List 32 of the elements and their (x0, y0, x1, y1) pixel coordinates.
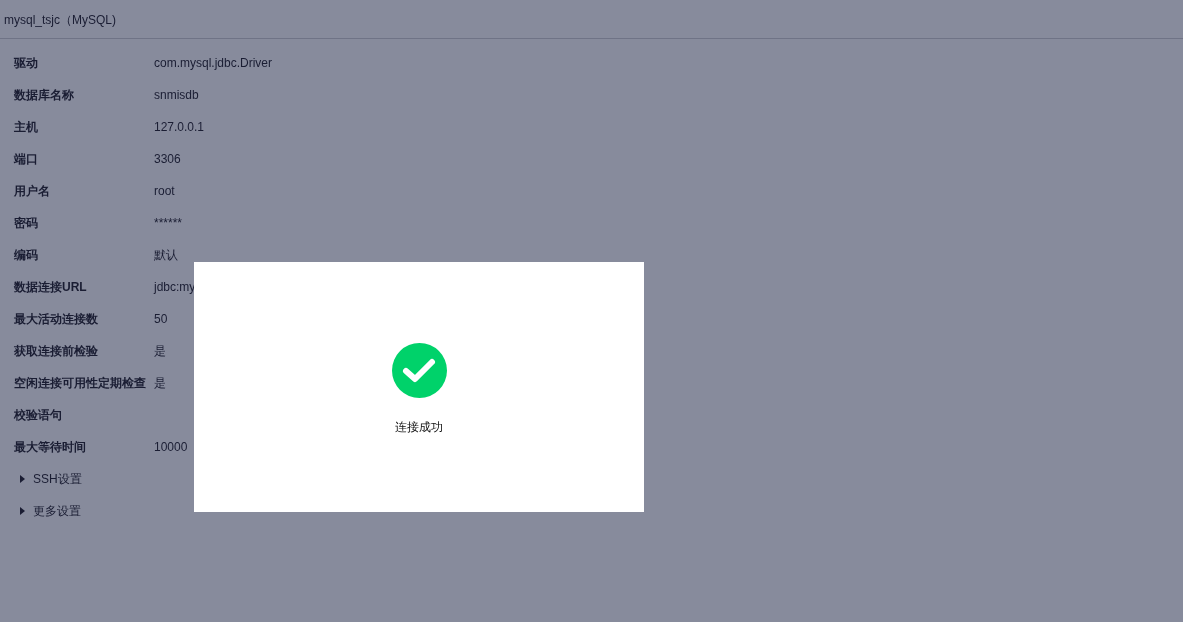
field-value: root (154, 184, 175, 198)
field-label: 端口 (14, 150, 39, 168)
success-message: 连接成功 (395, 419, 443, 436)
connection-title: mysql_tsjc（MySQL) (0, 0, 1183, 39)
check-circle-icon (391, 343, 447, 398)
caret-icon[interactable] (19, 475, 25, 483)
field-value: ****** (154, 216, 183, 230)
field-value: jdbc:my (154, 280, 196, 294)
section-toggle[interactable]: SSH设置 (33, 470, 82, 488)
field-value: 10000 (154, 440, 188, 454)
field-label: 主机 (14, 118, 39, 136)
field-value: com.mysql.jdbc.Driver (154, 56, 273, 70)
field-value: 默认 (154, 246, 178, 264)
field-label: 编码 (14, 246, 39, 264)
caret-icon[interactable] (19, 507, 25, 515)
field-value: 50 (154, 312, 168, 326)
field-value: 127.0.0.1 (154, 120, 205, 134)
field-label: 空闲连接可用性定期检查 (14, 374, 147, 392)
field-label: 获取连接前检验 (14, 342, 99, 360)
field-value: 是 (154, 374, 166, 392)
field-label: 最大活动连接数 (14, 310, 99, 328)
field-value: snmisdb (154, 88, 199, 102)
field-label: 数据库名称 (14, 86, 75, 104)
field-label: 驱动 (14, 54, 39, 72)
field-value: 是 (154, 342, 166, 360)
field-label: 最大等待时间 (14, 438, 87, 456)
field-label: 数据连接URL (14, 278, 88, 296)
field-value: 3306 (154, 152, 181, 166)
section-toggle[interactable]: 更多设置 (33, 502, 81, 520)
field-label: 密码 (14, 214, 39, 232)
field-label: 校验语句 (14, 406, 63, 424)
field-label: 用户名 (14, 182, 51, 200)
